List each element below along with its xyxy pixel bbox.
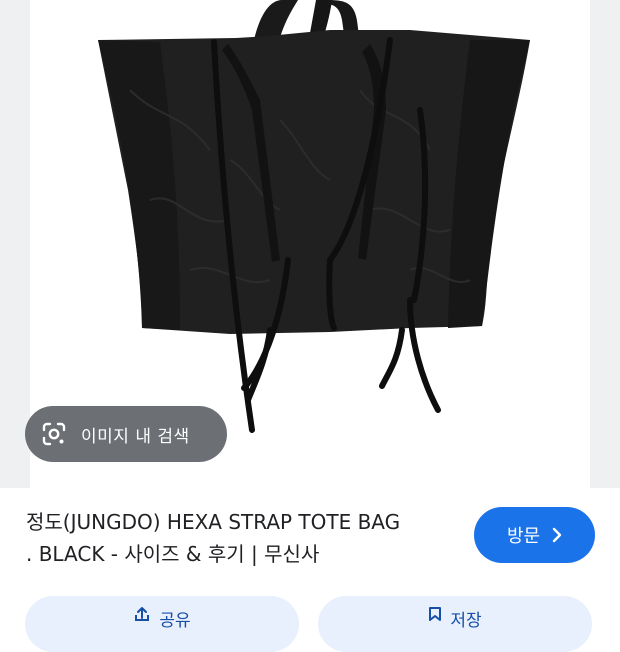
visit-button-label: 방문 (506, 526, 541, 547)
image-edge-right (590, 0, 620, 488)
share-button[interactable]: 공유 (25, 596, 299, 652)
visit-button[interactable]: 방문 (474, 507, 595, 563)
chevron-right-icon (552, 527, 562, 543)
action-buttons-row: 공유 저장 (0, 596, 620, 652)
save-button[interactable]: 저장 (318, 596, 592, 652)
result-title-line1: 정도(JUNGDO) HEXA STRAP TOTE BAG (26, 510, 401, 534)
google-lens-icon (39, 419, 69, 449)
lens-search-chip[interactable]: 이미지 내 검색 (25, 406, 227, 462)
result-title-line2: . BLACK - 사이즈 & 후기 | 무신사 (26, 542, 320, 566)
share-label: 공유 (159, 611, 191, 631)
lens-search-label: 이미지 내 검색 (81, 426, 190, 447)
result-title[interactable]: 정도(JUNGDO) HEXA STRAP TOTE BAG . BLACK -… (26, 506, 456, 570)
image-edge-left (0, 0, 30, 488)
save-label: 저장 (450, 611, 482, 631)
